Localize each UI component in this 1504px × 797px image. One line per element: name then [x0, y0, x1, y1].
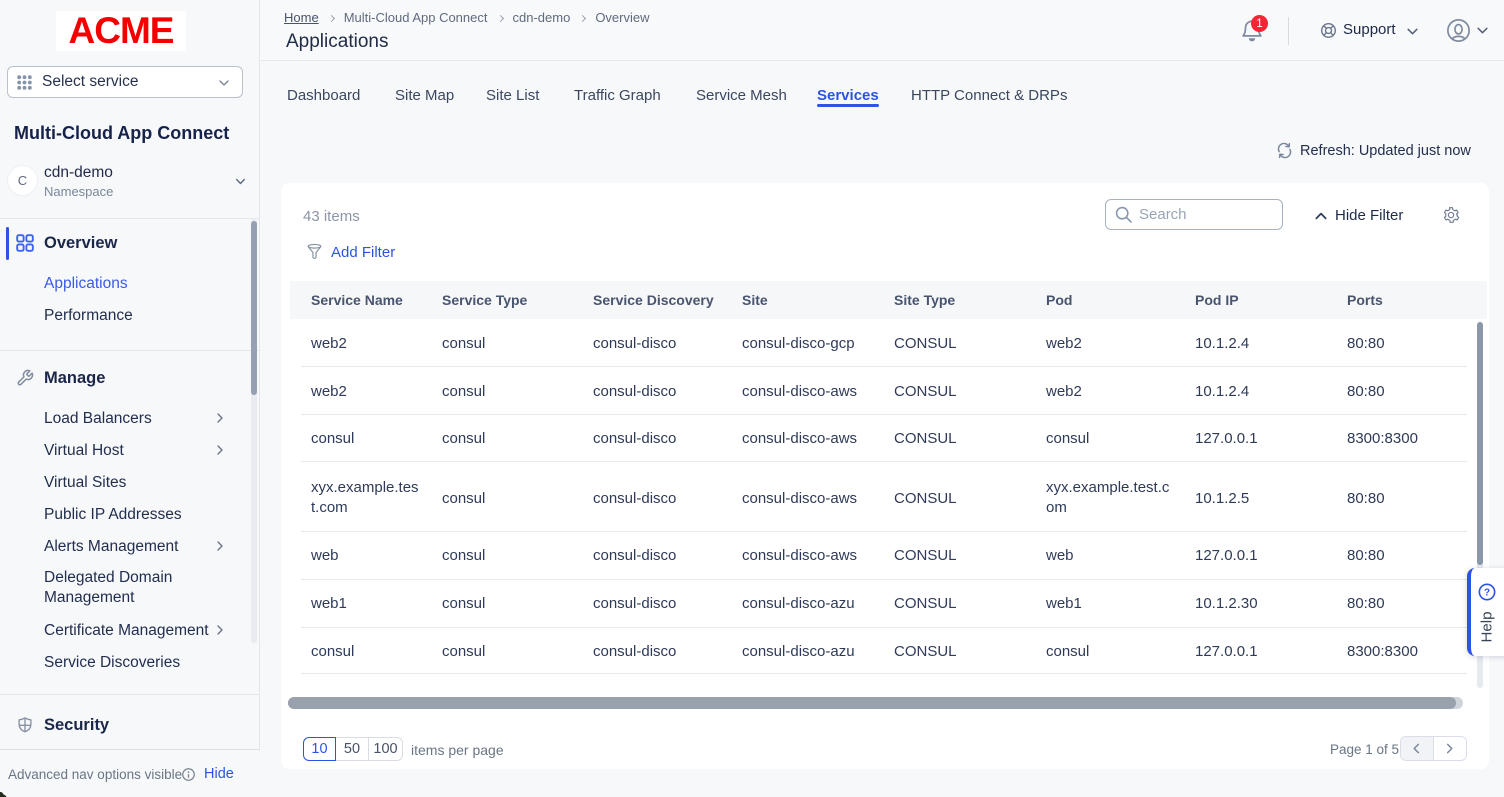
svg-text:Help: Help: [1479, 612, 1496, 643]
